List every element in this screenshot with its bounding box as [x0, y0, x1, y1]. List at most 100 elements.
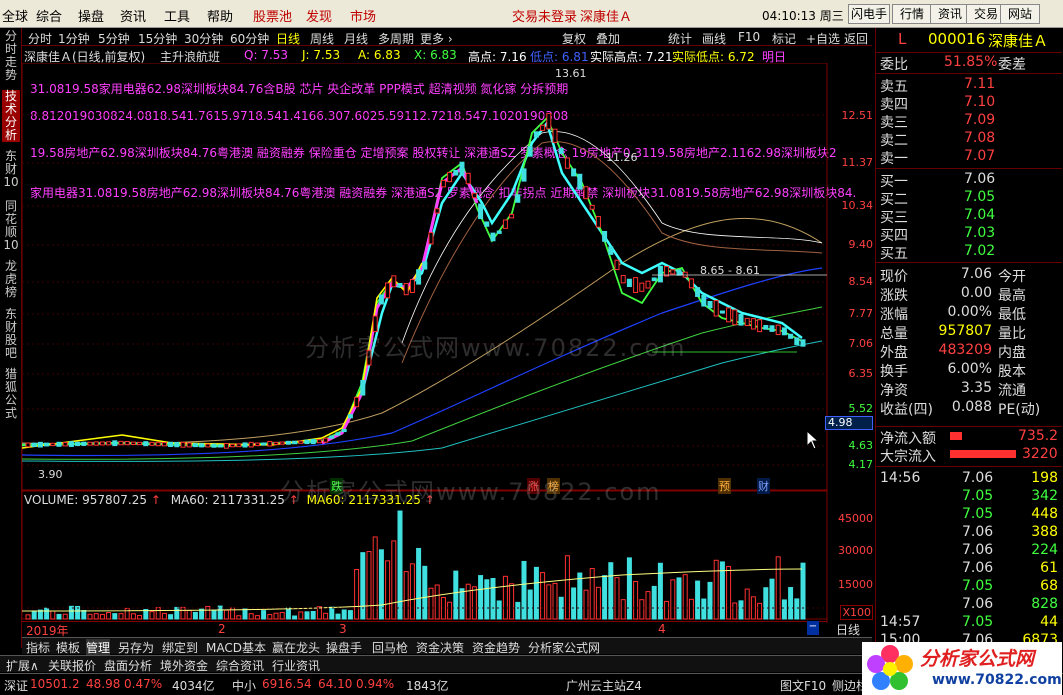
stats-button[interactable]: 统计 [668, 30, 692, 47]
menu-news[interactable]: 资讯 [120, 6, 146, 25]
bid-row[interactable]: 买二 7.05 [878, 189, 1062, 208]
big-inflow-bar [950, 450, 1016, 458]
ask-row[interactable]: 卖一 7.07 [878, 148, 1062, 167]
menu-market[interactable]: 市场 [350, 6, 376, 25]
period-weekly[interactable]: 周线 [310, 30, 334, 47]
bid-row[interactable]: 买四 7.03 [878, 225, 1062, 244]
mark-button[interactable]: 标记 [772, 30, 796, 47]
tab-forum[interactable]: 东财股吧 [2, 308, 20, 360]
ask-row[interactable]: 卖二 7.08 [878, 130, 1062, 149]
tab-fund-trend[interactable]: 资金趋势 [472, 639, 520, 656]
volume-bar [571, 587, 577, 620]
period-30min[interactable]: 30分钟 [184, 30, 223, 47]
tick-row[interactable]: 7.05 68 [878, 578, 1062, 596]
f10-graphic[interactable]: 图文F10 [780, 677, 826, 694]
event-tag-forecast[interactable]: 预 [718, 478, 731, 494]
candle [552, 128, 558, 143]
tab-related-quote[interactable]: 关联报价 [48, 657, 96, 674]
ask-row[interactable]: 卖三 7.09 [878, 112, 1062, 131]
tick-row[interactable]: 14:57 7.05 44 [878, 614, 1062, 632]
stat-label-2: PE(动) [998, 402, 1041, 418]
tab-horse-gun[interactable]: 回马枪 [372, 639, 408, 656]
event-tag-finance[interactable]: 财 [757, 478, 770, 494]
candle [633, 277, 639, 294]
tab-fund-decision[interactable]: 资金决策 [416, 639, 464, 656]
volume-bar [292, 615, 298, 620]
period-5min[interactable]: 5分钟 [98, 30, 130, 47]
tab-ths[interactable]: 同花顺10 [2, 200, 20, 252]
tab-macd[interactable]: MACD基本 [206, 639, 266, 656]
menu-global[interactable]: 全球 [2, 6, 28, 25]
tab-market-analysis[interactable]: 盘面分析 [104, 657, 152, 674]
period-more[interactable]: 更多 › [420, 30, 453, 47]
period-1min[interactable]: 1分钟 [58, 30, 90, 47]
tab-indicator[interactable]: 指标 [26, 639, 50, 656]
zoom-out-icon[interactable]: − [807, 621, 819, 635]
candle [62, 441, 68, 447]
period-daily[interactable]: 日线 [276, 30, 300, 47]
news-button[interactable]: 资讯 [930, 4, 970, 24]
tab-foreign-funds[interactable]: 境外资金 [160, 657, 208, 674]
period-intraday[interactable]: 分时 [28, 30, 52, 47]
draw-button[interactable]: 画线 [702, 30, 726, 47]
tick-volume: 68 [1040, 578, 1058, 594]
tab-trader[interactable]: 操盘手 [326, 639, 362, 656]
website-button[interactable]: 网站 [1000, 4, 1040, 24]
period-monthly[interactable]: 月线 [344, 30, 368, 47]
stat-label: 换手 [880, 364, 908, 380]
tick-row[interactable]: 7.06 61 [878, 560, 1062, 578]
tick-row[interactable]: 7.05 448 [878, 506, 1062, 524]
ask-row[interactable]: 卖四 7.10 [878, 94, 1062, 113]
volume-bar [794, 598, 800, 620]
tab-dragon-tiger[interactable]: 龙虎榜 [2, 260, 20, 299]
period-multi[interactable]: 多周期 [378, 30, 414, 47]
tab-manage[interactable]: 管理 [86, 639, 111, 656]
menu-help[interactable]: 帮助 [207, 6, 233, 25]
menu-stock-pool[interactable]: 股票池 [253, 6, 292, 25]
tick-row[interactable]: 7.05 342 [878, 488, 1062, 506]
f10-button[interactable]: F10 [738, 30, 760, 44]
tab-bind-to[interactable]: 绑定到 [162, 639, 198, 656]
sz-label[interactable]: 深证 [4, 677, 28, 694]
tab-industry-news[interactable]: 行业资讯 [272, 657, 320, 674]
tick-row[interactable]: 7.06 388 [878, 524, 1062, 542]
back-button[interactable]: 返回 [844, 30, 868, 47]
candle [509, 213, 515, 219]
tab-template[interactable]: 模板 [56, 639, 80, 656]
ask-row[interactable]: 卖五 7.11 [878, 76, 1062, 95]
tab-formula-site[interactable]: 分析家公式网 [528, 639, 600, 656]
bid-row[interactable]: 买三 7.04 [878, 207, 1062, 226]
candle [205, 443, 211, 448]
tab-eastmoney[interactable]: 东财10 [2, 150, 20, 189]
add-watchlist-button[interactable]: +自选 [806, 30, 840, 47]
flash-trade-button[interactable]: 闪电手 [848, 4, 890, 24]
menu-tools[interactable]: 工具 [164, 6, 190, 25]
tab-save-as[interactable]: 另存为 [118, 639, 154, 656]
tab-technical[interactable]: 技术分析 [2, 90, 20, 142]
stock-name: 深康佳Ａ [988, 32, 1049, 50]
bid-row[interactable]: 买一 7.06 [878, 171, 1062, 190]
period-15min[interactable]: 15分钟 [138, 30, 177, 47]
tab-formula[interactable]: 猎狐公式 [2, 368, 20, 420]
quote-button[interactable]: 行情 [892, 4, 932, 24]
tick-row[interactable]: 7.06 224 [878, 542, 1062, 560]
period-60min[interactable]: 60分钟 [230, 30, 269, 47]
tab-expand[interactable]: 扩展∧ [6, 657, 39, 674]
volume-axis: 45000 30000 15000 X100 [827, 500, 873, 620]
adjust-button[interactable]: 复权 [562, 30, 586, 47]
tab-general-news[interactable]: 综合资讯 [216, 657, 264, 674]
volume-bar [31, 610, 37, 620]
menu-comprehensive[interactable]: 综合 [36, 6, 62, 25]
period-indicator[interactable]: 日线 [836, 621, 860, 638]
menu-discover[interactable]: 发现 [306, 6, 332, 25]
tick-row[interactable]: 14:56 7.06 198 [878, 470, 1062, 488]
bid-label: 买二 [880, 192, 908, 208]
tick-row[interactable]: 7.06 828 [878, 596, 1062, 614]
tab-intraday[interactable]: 分时走势 [2, 30, 20, 82]
overlay-button[interactable]: 叠加 [596, 30, 620, 47]
volume-bar [267, 614, 273, 620]
tab-leader[interactable]: 赢在龙头 [272, 639, 320, 656]
zx-label[interactable]: 中小 [232, 677, 256, 694]
menu-trading[interactable]: 操盘 [78, 6, 104, 25]
bid-row[interactable]: 买五 7.02 [878, 243, 1062, 262]
